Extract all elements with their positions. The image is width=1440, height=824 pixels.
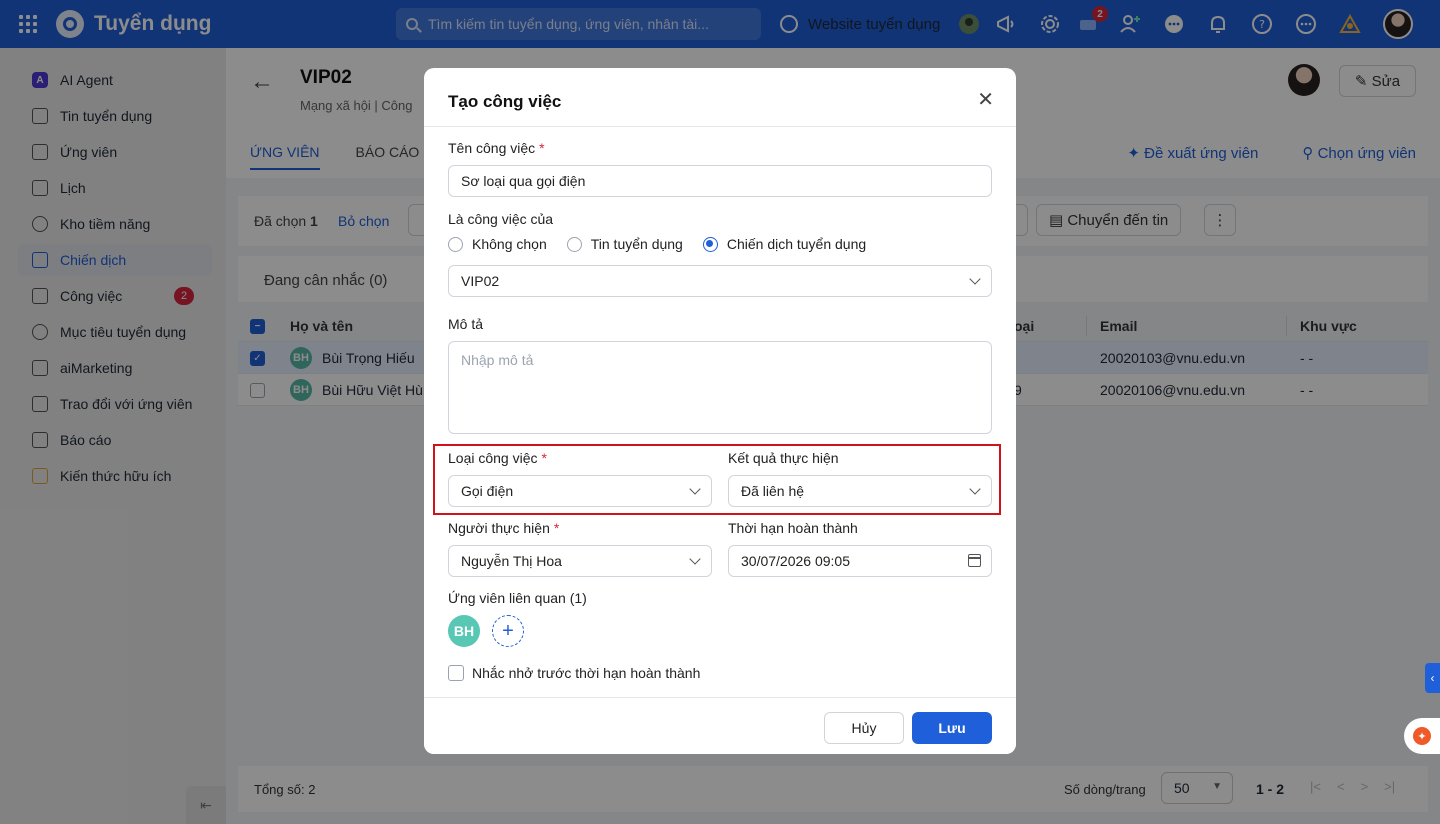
task-type-select[interactable]: Gọi điện [448, 475, 712, 507]
chevron-down-icon [969, 483, 981, 495]
create-task-modal: Tạo công việc ✕ Tên công việc * Sơ loại q… [424, 68, 1016, 754]
chevron-down-icon [689, 483, 701, 495]
related-candidates-label: Ứng viên liên quan (1) [448, 590, 587, 606]
description-placeholder: Nhập mô tả [461, 352, 534, 368]
chevron-down-icon [969, 273, 981, 285]
task-name-value: Sơ loại qua gọi điện [461, 173, 586, 189]
result-select[interactable]: Đã liên hệ [728, 475, 992, 507]
description-label: Mô tả [448, 316, 484, 332]
close-icon[interactable]: ✕ [977, 90, 994, 110]
radio-none[interactable]: Không chọn [448, 236, 547, 252]
radio-job-post[interactable]: Tin tuyển dụng [566, 236, 683, 252]
radio-label: Tin tuyển dụng [590, 236, 683, 252]
radio-label: Không chọn [472, 236, 547, 252]
radio-dot [566, 236, 582, 252]
belongs-to-radio-group: Không chọn Tin tuyển dụng Chiến dịch tuy… [448, 236, 866, 252]
related-candidate-avatar[interactable]: BH [448, 615, 480, 647]
cancel-button[interactable]: Hủy [824, 712, 904, 744]
task-type-value: Gọi điện [461, 483, 514, 499]
chevron-down-icon [689, 553, 701, 565]
calendar-icon[interactable] [968, 554, 981, 567]
modal-title: Tạo công việc [448, 92, 562, 111]
description-textarea[interactable]: Nhập mô tả [448, 341, 992, 434]
radio-dot [448, 236, 463, 252]
campaign-value: VIP02 [461, 273, 500, 289]
radio-dot [702, 236, 718, 252]
result-label: Kết quả thực hiện [728, 450, 839, 466]
task-name-label: Tên công việc * [448, 140, 545, 156]
radio-campaign[interactable]: Chiến dịch tuyển dụng [702, 236, 867, 252]
add-candidate-icon[interactable]: + [492, 615, 524, 647]
deadline-value: 30/07/2026 09:05 [741, 553, 850, 569]
task-type-label: Loại công việc * [448, 450, 547, 466]
modal-footer: Hủy Lưu [424, 697, 1016, 754]
reminder-checkbox[interactable] [448, 665, 464, 681]
reminder-checkbox-row[interactable]: Nhắc nhở trước thời hạn hoàn thành [448, 665, 700, 681]
assignee-value: Nguyễn Thị Hoa [461, 553, 562, 569]
radio-label: Chiến dịch tuyển dụng [726, 236, 867, 252]
assignee-label: Người thực hiện * [448, 520, 560, 536]
assignee-select[interactable]: Nguyễn Thị Hoa [448, 545, 712, 577]
deadline-label: Thời hạn hoàn thành [728, 520, 858, 536]
deadline-input[interactable]: 30/07/2026 09:05 [728, 545, 992, 577]
modal-header: Tạo công việc ✕ [424, 68, 1016, 127]
task-name-input[interactable]: Sơ loại qua gọi điện [448, 165, 992, 197]
floating-assistant-button[interactable]: ✦ [1404, 718, 1440, 754]
campaign-select[interactable]: VIP02 [448, 265, 992, 297]
sparkle-icon: ✦ [1413, 727, 1431, 745]
side-panel-toggle-icon[interactable]: ‹ [1425, 663, 1440, 693]
reminder-label: Nhắc nhở trước thời hạn hoàn thành [472, 665, 701, 681]
save-button[interactable]: Lưu [912, 712, 992, 744]
belongs-to-label: Là công việc của [448, 211, 554, 227]
result-value: Đã liên hệ [741, 483, 805, 499]
